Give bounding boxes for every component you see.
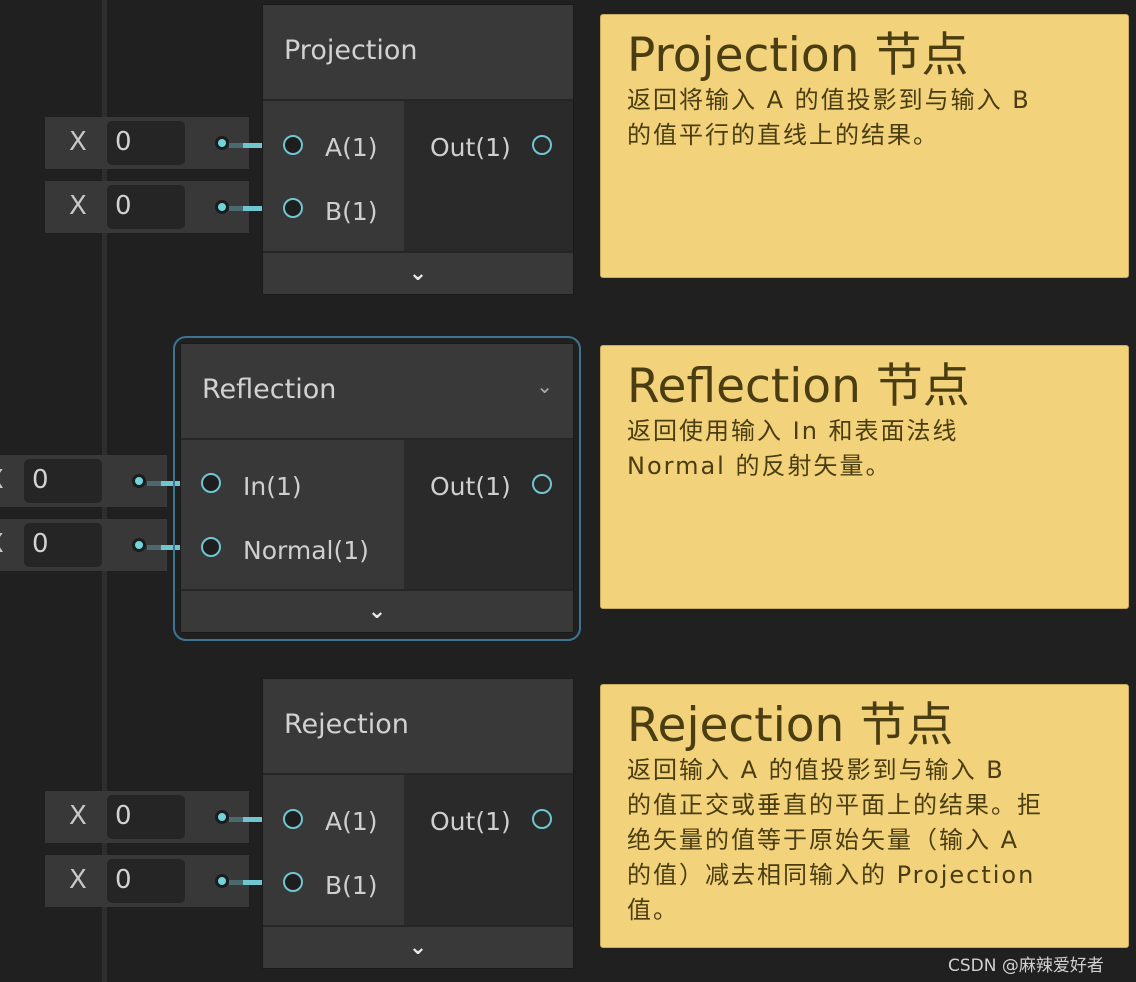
collapse-chevron-icon[interactable]: ⌄ [536, 374, 553, 398]
field-label: X [69, 191, 87, 221]
input-port-icon[interactable] [283, 135, 303, 155]
port-label: A(1) [325, 807, 378, 836]
outputs-column [404, 440, 573, 592]
rejection-node[interactable]: Rejection ⌄ A(1) B(1) Out(1) [262, 678, 574, 969]
port-label: Out(1) [430, 807, 511, 836]
field-port-icon[interactable] [215, 810, 229, 824]
chevron-down-icon: ⌄ [408, 935, 428, 960]
value-input[interactable]: 0 [107, 185, 185, 229]
port-label: A(1) [325, 133, 378, 162]
value-input[interactable]: 0 [24, 459, 102, 503]
expand-button[interactable]: ⌄ [263, 251, 573, 294]
port-label: B(1) [325, 871, 378, 900]
output-port-icon[interactable] [532, 135, 552, 155]
field-label: X [0, 465, 4, 495]
sticky-note-projection[interactable]: Projection 节点 返回将输入 A 的值投影到与输入 B 的值平行的直线… [600, 14, 1129, 278]
input-field-normal[interactable]: X 0 [0, 519, 167, 571]
field-port-icon[interactable] [215, 200, 229, 214]
input-port-icon[interactable] [201, 473, 221, 493]
node-header[interactable]: Rejection [263, 679, 573, 775]
output-port-icon[interactable] [532, 474, 552, 494]
input-field-b[interactable]: X 0 [45, 855, 249, 907]
value-input[interactable]: 0 [107, 859, 185, 903]
input-field-a[interactable]: X 0 [45, 117, 249, 169]
note-title: Rejection 节点 [627, 698, 954, 753]
outputs-column [404, 775, 573, 927]
field-port-icon[interactable] [215, 136, 229, 150]
port-label: Normal(1) [243, 536, 369, 565]
input-field-in[interactable]: X 0 [0, 455, 167, 507]
port-label: Out(1) [430, 472, 511, 501]
outputs-column [404, 101, 573, 253]
input-port-icon[interactable] [201, 537, 221, 557]
chevron-down-icon: ⌄ [408, 261, 428, 286]
watermark: CSDN @麻辣爱好者 [948, 956, 1104, 976]
field-port-icon[interactable] [132, 474, 146, 488]
inputs-column [263, 101, 404, 253]
node-title: Reflection [202, 374, 337, 405]
input-port-icon[interactable] [283, 198, 303, 218]
note-title: Projection 节点 [627, 28, 969, 83]
field-port-icon[interactable] [132, 538, 146, 552]
port-label: Out(1) [430, 133, 511, 162]
inputs-column [181, 440, 404, 592]
output-port-icon[interactable] [532, 809, 552, 829]
input-port-icon[interactable] [283, 809, 303, 829]
input-port-icon[interactable] [283, 872, 303, 892]
field-port-icon[interactable] [215, 874, 229, 888]
sticky-note-rejection[interactable]: Rejection 节点 返回输入 A 的值投影到与输入 B 的值正交或垂直的平… [600, 684, 1129, 948]
note-body: 返回将输入 A 的值投影到与输入 B 的值平行的直线上的结果。 [627, 86, 1031, 149]
field-label: X [0, 529, 4, 559]
node-header[interactable]: Reflection ⌄ [181, 344, 573, 440]
reflection-node[interactable]: Reflection ⌄ ⌄ In(1) Normal(1) Out(1) [180, 343, 574, 633]
field-label: X [69, 801, 87, 831]
inputs-column [263, 775, 404, 927]
value-input[interactable]: 0 [107, 121, 185, 165]
projection-node[interactable]: Projection ⌄ A(1) B(1) Out(1) [262, 4, 574, 295]
port-label: B(1) [325, 197, 378, 226]
value-input[interactable]: 0 [107, 795, 185, 839]
field-label: X [69, 865, 87, 895]
node-title: Rejection [284, 709, 409, 740]
sticky-note-reflection[interactable]: Reflection 节点 返回使用输入 In 和表面法线 Normal 的反射… [600, 345, 1129, 609]
note-body: 返回输入 A 的值投影到与输入 B 的值正交或垂直的平面上的结果。拒 绝矢量的值… [627, 756, 1043, 924]
note-title: Reflection 节点 [627, 359, 970, 414]
node-header[interactable]: Projection [263, 5, 573, 101]
field-label: X [69, 127, 87, 157]
input-field-a[interactable]: X 0 [45, 791, 249, 843]
port-label: In(1) [243, 472, 302, 501]
note-body: 返回使用输入 In 和表面法线 Normal 的反射矢量。 [627, 417, 959, 480]
input-field-b[interactable]: X 0 [45, 181, 249, 233]
node-title: Projection [284, 35, 418, 66]
value-input[interactable]: 0 [24, 523, 102, 567]
chevron-down-icon: ⌄ [367, 599, 387, 624]
expand-button[interactable]: ⌄ [263, 925, 573, 968]
expand-button[interactable]: ⌄ [181, 589, 573, 632]
